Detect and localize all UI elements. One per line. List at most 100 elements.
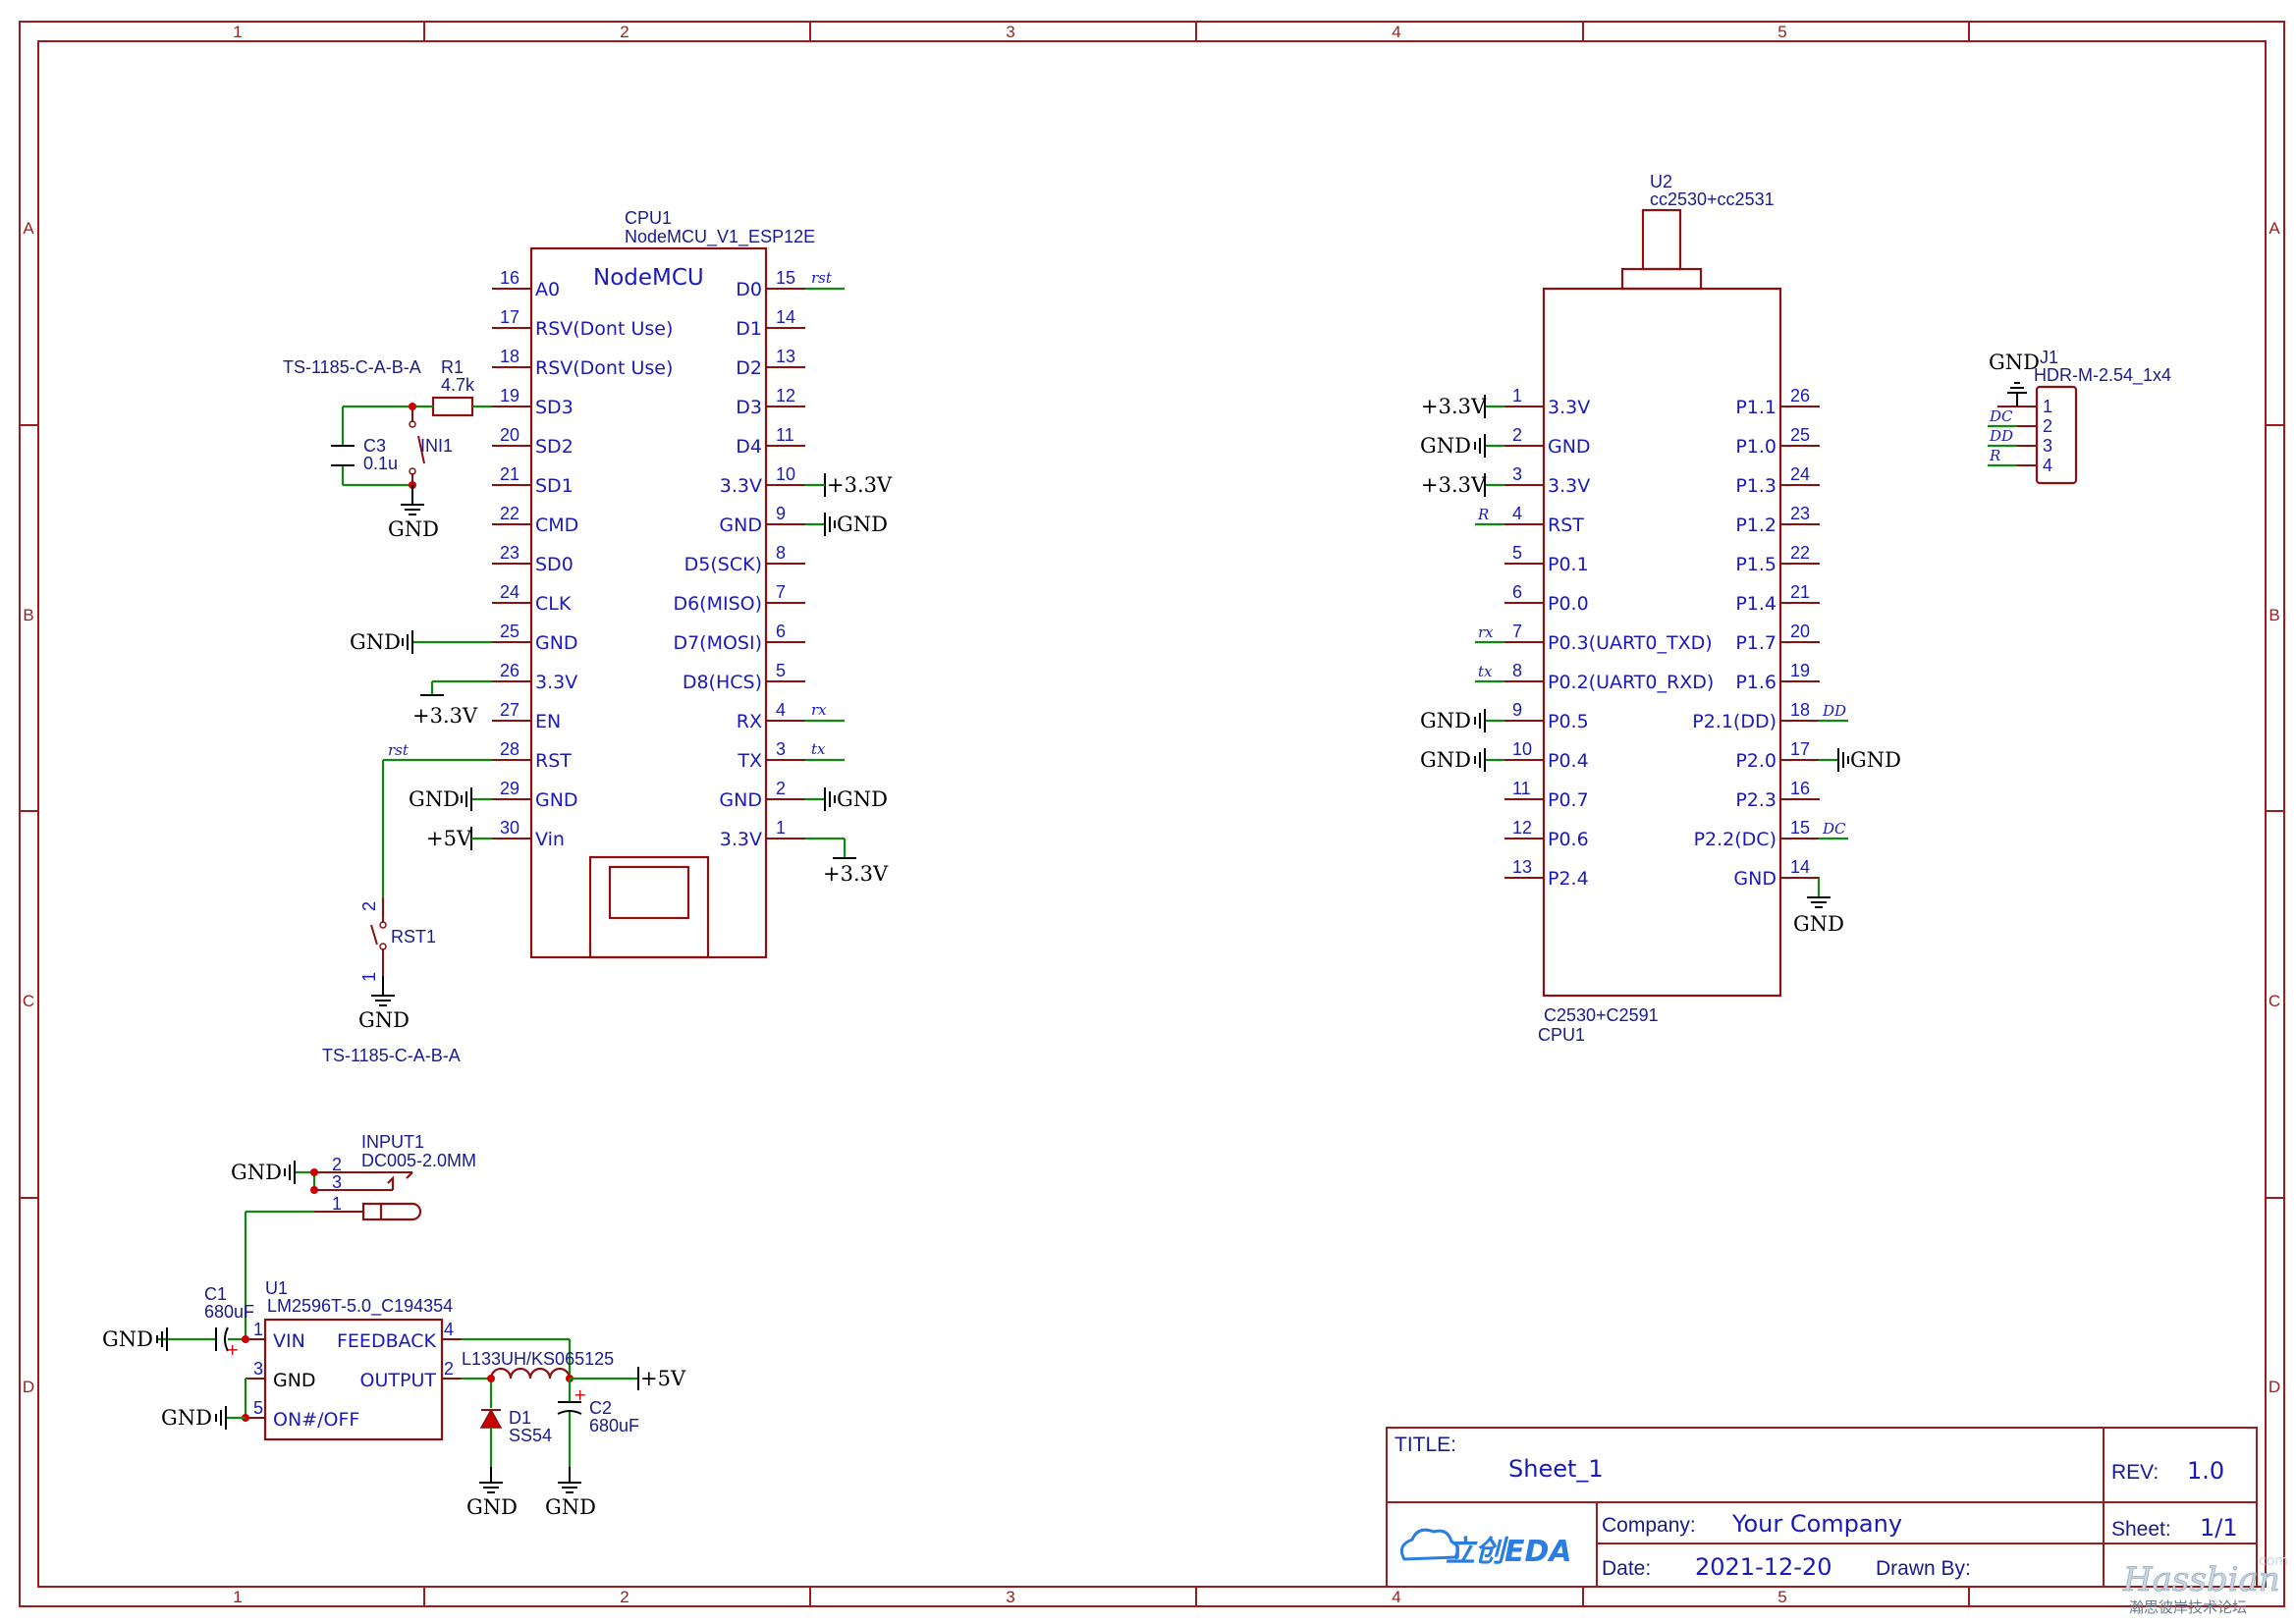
pin30-v5-label: +5V <box>426 827 472 850</box>
frame-row-c-right: C <box>2269 992 2280 1010</box>
header-pin-2: 2 <box>2043 416 2052 436</box>
cc2530-right-pin-num: 19 <box>1790 661 1810 680</box>
cc2530-right-pin-name: P2.1(DD) <box>1692 711 1777 732</box>
input-gnd-label: GND <box>231 1161 282 1184</box>
frame-col-3: 3 <box>1006 23 1014 41</box>
cc2530-left-pin-name: P2.4 <box>1548 868 1589 890</box>
nodemcu-left-pin-num: 27 <box>500 700 519 720</box>
nodemcu-left-pin-name: RST <box>535 750 572 772</box>
cc2530-pins: 1 3.3V 2 GND 3 3.3V 4 RST 5 P0.1 6 P0.0 7 P0.3(UART0_… <box>1504 386 1820 890</box>
nodemcu-right-pin-num: 15 <box>776 268 795 288</box>
reg-pin-2: 2 <box>444 1359 454 1379</box>
tb-title: Sheet_1 <box>1508 1455 1604 1483</box>
cc2530-right-pin-num: 14 <box>1790 857 1810 877</box>
nodemcu-right-pin-num: 7 <box>776 582 786 602</box>
nodemcu-left-pin-num: 16 <box>500 268 519 288</box>
sheet-frame: 1 2 3 4 5 1 2 3 4 5 A B C D A B C D <box>19 21 2285 1607</box>
nodemcu-left-pin-name: SD1 <box>535 475 574 497</box>
frame-row-b-right: B <box>2269 606 2279 624</box>
cc2530-bottom-name: C2530+C2591 <box>1544 1005 1659 1025</box>
u2-pin9-gnd-label: GND <box>1420 709 1471 732</box>
reg-onoff: ON#/OFF <box>273 1409 359 1431</box>
nodemcu-right-pin-name: TX <box>737 750 762 772</box>
cc2530-right-pin-num: 22 <box>1790 543 1810 563</box>
input-pin-2: 2 <box>332 1155 342 1174</box>
cc2530-right-pin-name: P1.0 <box>1735 436 1777 458</box>
c2-ref: C2 <box>589 1398 612 1418</box>
u2-rx-net-label: rx <box>1478 623 1494 641</box>
nodemcu-left-pin-num: 23 <box>500 543 519 563</box>
header-part: HDR-M-2.54_1x4 <box>2034 365 2171 386</box>
r-net-label: R <box>1477 506 1489 523</box>
cc2530-module[interactable]: U2 cc2530+cc2531 C2530+C2591 CPU1 1 3.3V 2… <box>1504 172 1820 1045</box>
rst-net-label-right: rst <box>811 269 833 287</box>
header-pin-4: 4 <box>2043 456 2052 475</box>
reg-gnd: GND <box>273 1370 316 1391</box>
nodemcu-right-pin-num: 10 <box>776 464 795 484</box>
nodemcu-left-pin-num: 26 <box>500 661 519 680</box>
nodemcu-left-pin-name: RSV(Dont Use) <box>535 357 673 379</box>
nodemcu-right-pin-name: D2 <box>736 357 762 379</box>
nodemcu-module[interactable]: CPU1 NodeMCU_V1_ESP12E NodeMCU 16A017RSV… <box>492 208 815 959</box>
frame-col-3-bottom: 3 <box>1006 1588 1014 1606</box>
nodemcu-right-pin-name: RX <box>737 711 762 732</box>
cc2530-right-pin-name: P1.4 <box>1735 593 1777 615</box>
header-net-r: R <box>1989 447 2000 464</box>
cc2530-left-pin-name: 3.3V <box>1548 475 1590 497</box>
nodemcu-right-pin-name: GND <box>719 514 762 536</box>
reg-pin-4: 4 <box>444 1320 454 1339</box>
cc2530-left-pin-num: 1 <box>1512 386 1522 406</box>
nodemcu-pins: 16A017RSV(Dont Use)18RSV(Dont Use)19SD32… <box>492 268 805 850</box>
reg-gnd-label: GND <box>161 1406 212 1430</box>
header-ref: J1 <box>2040 348 2058 367</box>
watermark-sub: 瀚思彼岸技术论坛 <box>2129 1598 2247 1616</box>
cc2530-part: cc2530+cc2531 <box>1650 189 1775 209</box>
nodemcu-right-pin-num: 11 <box>776 425 794 445</box>
header-net-dd: DD <box>1989 427 2013 445</box>
r1-resistor[interactable] <box>431 396 474 417</box>
input-ref: INPUT1 <box>361 1132 424 1152</box>
cc2530-left-pin-num: 6 <box>1512 582 1522 602</box>
nodemcu-left-pin-name: GND <box>535 632 578 654</box>
nodemcu-left-pin-name: EN <box>535 711 561 732</box>
cc2530-wiring: +3.3V GND +3.3V R rx tx GND GND DD GND D… <box>1420 395 1901 936</box>
tb-rev: 1.0 <box>2187 1457 2224 1485</box>
nodemcu-right-pin-name: 3.3V <box>720 829 762 850</box>
rst1-pin2: 2 <box>359 901 379 911</box>
nodemcu-wiring: TS-1185-C-A-B-A R1 4.7k C3 0.1u INI1 GND… <box>283 269 893 1065</box>
cc2530-left-pin-num: 7 <box>1512 622 1522 641</box>
c2-value: 680uF <box>589 1416 639 1435</box>
cc2530-left-pin-name: P0.2(UART0_RXD) <box>1548 672 1714 693</box>
nodemcu-left-pin-name: 3.3V <box>535 672 577 693</box>
cc2530-left-pin-num: 5 <box>1512 543 1522 563</box>
cc2530-left-pin-name: 3.3V <box>1548 397 1590 418</box>
nodemcu-left-pin-name: GND <box>535 789 578 811</box>
nodemcu-left-pin-name: CMD <box>535 514 578 536</box>
sw-rst-ref: RST1 <box>391 927 436 947</box>
cc2530-left-pin-name: P0.7 <box>1548 789 1589 811</box>
reg-pin-1: 1 <box>253 1320 263 1339</box>
schematic-sheet: 1 2 3 4 5 1 2 3 4 5 A B C D A B C D CPU1… <box>19 21 2288 1616</box>
d1-diode[interactable] <box>479 1408 503 1429</box>
header-j1[interactable]: J1 HDR-M-2.54_1x4 1 2 3 4 DC DD R GND <box>1988 348 2171 485</box>
tb-sheet-label: Sheet: <box>2111 1518 2171 1541</box>
c3-ref: C3 <box>363 436 386 456</box>
rst1-pin1: 1 <box>359 972 379 982</box>
nodemcu-left-pin-name: CLK <box>535 593 572 615</box>
nodemcu-left-pin-num: 21 <box>500 464 519 484</box>
u2-tx-net-label: tx <box>1478 663 1493 680</box>
nodemcu-right-pin-name: D0 <box>736 279 762 300</box>
nodemcu-left-pin-num: 18 <box>500 347 519 366</box>
d1-gnd-label: GND <box>466 1495 518 1519</box>
header-net-dc: DC <box>1989 407 2013 425</box>
svg-text:+: + <box>226 1340 239 1359</box>
dd-net-label: DD <box>1822 702 1846 720</box>
cc2530-left-pin-num: 10 <box>1512 739 1532 759</box>
cc2530-left-pin-name: P0.6 <box>1548 829 1589 850</box>
cc2530-right-pin-name: P2.3 <box>1735 789 1777 811</box>
nodemcu-right-pin-name: 3.3V <box>720 475 762 497</box>
cc2530-right-pin-num: 26 <box>1790 386 1810 406</box>
tb-title-label: TITLE: <box>1394 1434 1456 1456</box>
u2-pin17-gnd-label: GND <box>1850 748 1901 772</box>
cc2530-right-pin-name: P1.2 <box>1735 514 1777 536</box>
